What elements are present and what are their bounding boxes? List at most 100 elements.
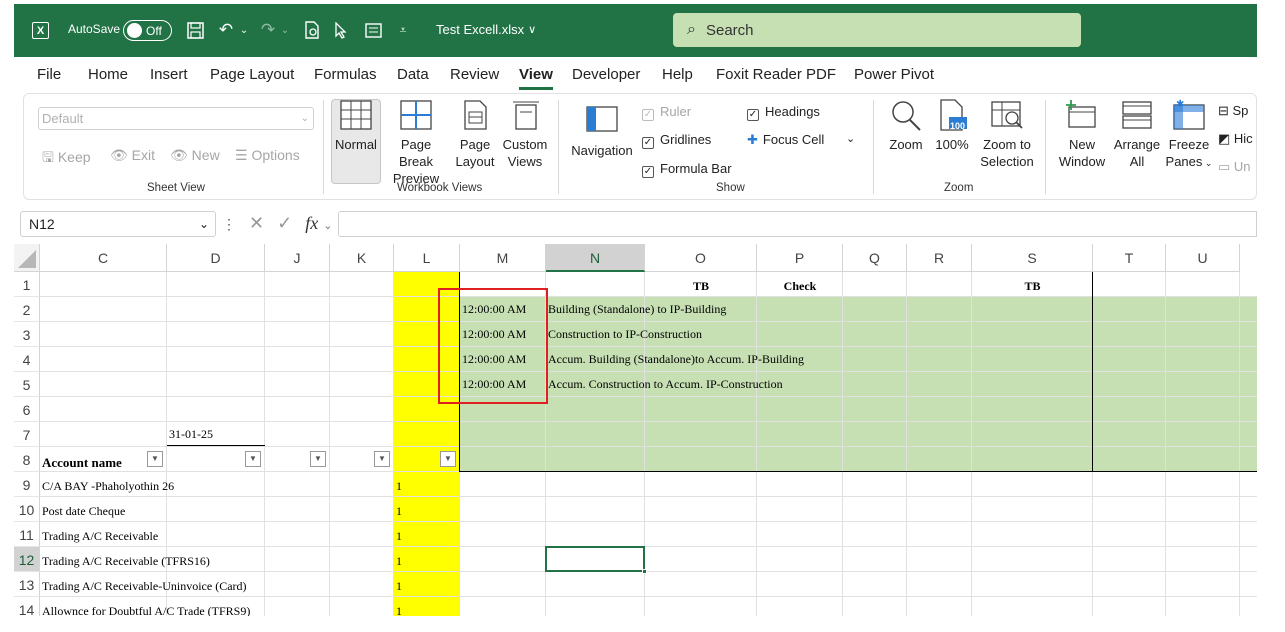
tab-foxit-reader-pdf[interactable]: Foxit Reader PDF (716, 66, 836, 83)
cell-c9[interactable]: C/A BAY -Phaholyothin 26 (42, 474, 174, 499)
undo-dropdown-icon[interactable]: ⌄ (239, 20, 249, 40)
redo-dropdown-icon[interactable]: ⌄ (280, 20, 290, 40)
insert-function-icon[interactable]: fx (305, 213, 318, 233)
page-break-preview-button[interactable]: Page Break Preview (383, 99, 449, 187)
tab-insert[interactable]: Insert (150, 66, 188, 83)
row-header-9[interactable]: 9 (14, 472, 40, 497)
unhide-button[interactable]: ▭ Un (1218, 159, 1251, 175)
tab-developer[interactable]: Developer (572, 66, 640, 83)
custom-views-button[interactable]: Custom Views (500, 99, 550, 170)
select-cursor-icon[interactable] (333, 20, 349, 40)
column-header-j[interactable]: J (265, 244, 330, 272)
gridlines-checkbox[interactable]: ✓ Gridlines (642, 132, 711, 149)
column-header-m[interactable]: M (460, 244, 546, 272)
filter-dropdown-d[interactable]: ▼ (245, 451, 261, 467)
tab-review[interactable]: Review (450, 66, 499, 83)
keep-button[interactable]: 🖫 Keep (42, 147, 91, 171)
row-header-10[interactable]: 10 (14, 497, 40, 522)
focus-cell-button[interactable]: ✚ Focus Cell (747, 132, 824, 148)
split-button[interactable]: ⊟ Sp (1218, 103, 1248, 119)
zoom-100-button[interactable]: 100 100% (932, 99, 972, 153)
tab-help[interactable]: Help (662, 66, 693, 83)
tab-data[interactable]: Data (397, 66, 429, 83)
cell-p1[interactable]: Check (757, 274, 843, 299)
cell-l14[interactable]: 1 (396, 599, 402, 616)
sheet-view-dropdown[interactable]: Default ⌄ (38, 107, 314, 130)
column-header-n[interactable]: N (546, 244, 645, 272)
cell-c13[interactable]: Trading A/C Receivable-Uninvoice (Card) (42, 574, 247, 599)
cell-n4[interactable]: Accum. Building (Standalone)to Accum. IP… (548, 347, 804, 372)
cell-l13[interactable]: 1 (396, 574, 402, 599)
active-cell-n12[interactable] (545, 546, 645, 572)
cell-o1[interactable]: TB (645, 274, 757, 299)
row-header-3[interactable]: 3 (14, 322, 40, 347)
tab-file[interactable]: File (37, 66, 61, 83)
filter-dropdown-j[interactable]: ▼ (310, 451, 326, 467)
row-header-8[interactable]: 8 (14, 447, 40, 472)
freeze-panes-button[interactable]: ✱ Freeze Panes ⌄ (1164, 99, 1214, 172)
filter-dropdown-l[interactable]: ▼ (440, 451, 456, 467)
row-header-11[interactable]: 11 (14, 522, 40, 547)
row-header-1[interactable]: 1 (14, 272, 40, 297)
column-header-r[interactable]: R (907, 244, 972, 272)
arrange-all-button[interactable]: Arrange All (1111, 99, 1163, 170)
chevron-down-icon[interactable]: ⌄ (323, 220, 332, 232)
hide-button[interactable]: ◩ Hic (1218, 131, 1253, 147)
more-options-icon[interactable]: ⋮ (222, 216, 236, 232)
row-header-14[interactable]: 14 (14, 597, 40, 616)
cell-c11[interactable]: Trading A/C Receivable (42, 524, 158, 549)
select-all-corner[interactable] (14, 244, 40, 272)
ruler-checkbox[interactable]: ✓ Ruler (642, 104, 691, 121)
column-header-o[interactable]: O (645, 244, 757, 272)
column-header-u[interactable]: U (1166, 244, 1240, 272)
column-header-d[interactable]: D (167, 244, 265, 272)
fill-handle[interactable] (642, 569, 647, 574)
row-header-7[interactable]: 7 (14, 422, 40, 447)
row-header-4[interactable]: 4 (14, 347, 40, 372)
column-header-l[interactable]: L (394, 244, 460, 272)
navigation-button[interactable]: Navigation (567, 99, 637, 159)
cell-n5[interactable]: Accum. Construction to Accum. IP-Constru… (548, 372, 783, 397)
filter-dropdown-c[interactable]: ▼ (147, 451, 163, 467)
cell-l11[interactable]: 1 (396, 524, 402, 549)
tab-formulas[interactable]: Formulas (314, 66, 377, 83)
zoom-button[interactable]: Zoom (884, 99, 928, 153)
column-header-k[interactable]: K (330, 244, 394, 272)
cell-l9[interactable]: 1 (396, 474, 402, 499)
options-button[interactable]: ☰ Options (235, 147, 300, 164)
formula-input[interactable] (338, 211, 1257, 237)
name-box[interactable]: N12 ⌄ (20, 211, 216, 237)
exit-button[interactable]: 👁 Exit (110, 147, 155, 164)
new-view-button[interactable]: 👁 New (170, 147, 220, 164)
file-name[interactable]: Test Excell.xlsx ∨ (436, 22, 536, 37)
cell-c8-account-name[interactable]: Account name (42, 450, 122, 475)
focus-cell-dropdown-icon[interactable]: ⌄ (846, 132, 855, 145)
formula-bar-checkbox[interactable]: ✓ Formula Bar (642, 161, 732, 178)
cell-l10[interactable]: 1 (396, 499, 402, 524)
row-header-6[interactable]: 6 (14, 397, 40, 422)
cell-c10[interactable]: Post date Cheque (42, 499, 125, 524)
column-header-t[interactable]: T (1093, 244, 1166, 272)
tab-home[interactable]: Home (88, 66, 128, 83)
autosave-toggle[interactable]: Off (123, 20, 172, 41)
column-header-p[interactable]: P (757, 244, 843, 272)
cell-n3[interactable]: Construction to IP-Construction (548, 322, 702, 347)
row-header-13[interactable]: 13 (14, 572, 40, 597)
column-header-s[interactable]: S (972, 244, 1093, 272)
excel-icon[interactable]: X (32, 22, 49, 39)
cell-n2[interactable]: Building (Standalone) to IP-Building (548, 297, 726, 322)
search-box[interactable]: ⌕ Search (673, 13, 1081, 47)
cell-s1[interactable]: TB (972, 274, 1093, 299)
column-header-c[interactable]: C (40, 244, 167, 272)
row-header-2[interactable]: 2 (14, 297, 40, 322)
new-window-button[interactable]: New Window (1054, 99, 1110, 170)
form-icon[interactable] (364, 20, 382, 40)
page-layout-button[interactable]: Page Layout (454, 99, 496, 170)
zoom-to-selection-button[interactable]: Zoom to Selection (976, 99, 1038, 170)
cell-l12[interactable]: 1 (396, 549, 402, 574)
customize-qat-icon[interactable]: ⩡ (397, 20, 409, 40)
enter-checkmark-icon[interactable]: ✓ (277, 213, 292, 233)
cancel-icon[interactable]: ✕ (249, 213, 264, 233)
row-header-5[interactable]: 5 (14, 372, 40, 397)
print-preview-icon[interactable] (303, 20, 321, 40)
